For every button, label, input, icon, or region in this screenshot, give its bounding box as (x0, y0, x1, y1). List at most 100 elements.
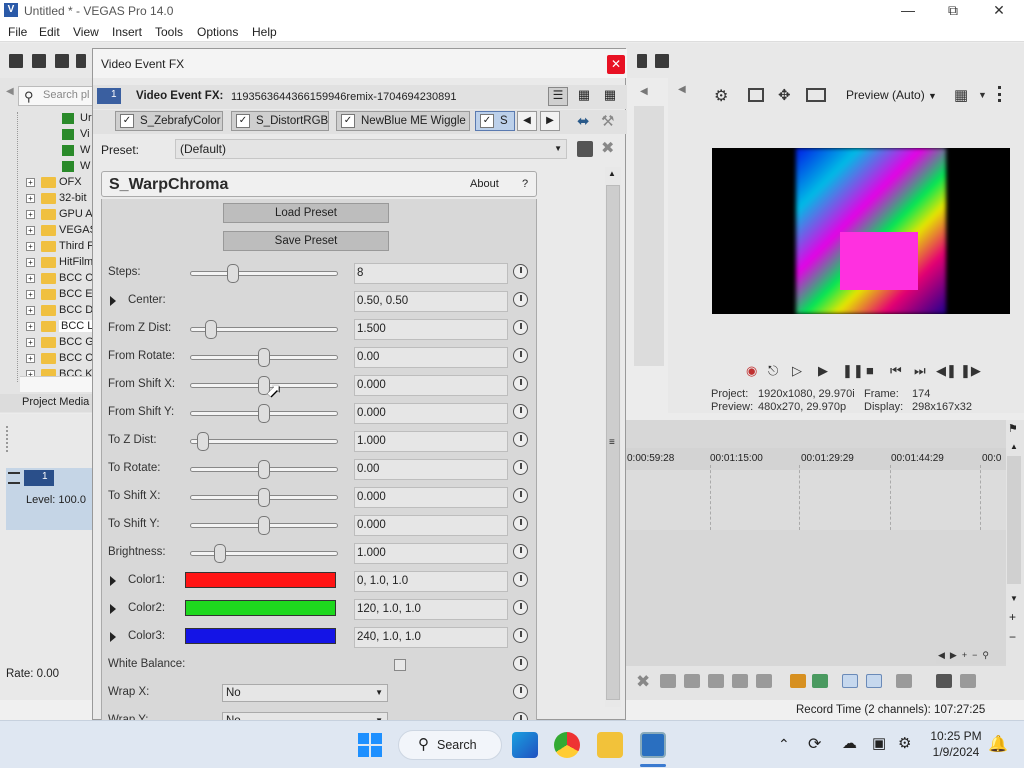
timeline-vscrollbar[interactable]: ⚑ ▲ ▼ + − (1006, 420, 1024, 666)
go-to-start-icon[interactable]: ⏮ (890, 363, 902, 379)
tree-folder[interactable]: + BCC C (26, 272, 93, 288)
track-area[interactable] (626, 470, 1006, 530)
color-swatch[interactable] (185, 572, 336, 588)
open-folder-icon[interactable] (32, 54, 46, 68)
selection-icon[interactable] (960, 674, 976, 688)
animate-icon[interactable] (513, 628, 528, 643)
tree-item[interactable]: Vi (62, 128, 90, 144)
video-track-header[interactable]: 1 Level: 100.0 (6, 468, 92, 530)
animate-icon[interactable] (513, 516, 528, 531)
menu-insert[interactable]: Insert (112, 25, 142, 39)
param-value-field[interactable]: 0.000 (354, 375, 508, 396)
param-value-field[interactable]: 0.50, 0.50 (354, 291, 508, 312)
animate-icon[interactable] (513, 600, 528, 615)
list-view-icon[interactable]: ☰ (548, 87, 568, 106)
vegas-taskbar-icon[interactable] (640, 732, 666, 758)
close-icon[interactable]: ✕ (984, 2, 1014, 19)
close-icon[interactable]: ✕ (607, 55, 625, 74)
tree-folder[interactable]: + BCC E (26, 288, 93, 304)
save-preset-button[interactable]: Save Preset (223, 231, 389, 251)
color-swatch[interactable] (185, 600, 336, 616)
marker-flag-icon[interactable]: ⚑ (1008, 422, 1018, 435)
more-icon[interactable] (998, 86, 1001, 102)
lock-icon[interactable] (756, 674, 772, 688)
remove-plugin-icon[interactable]: ⚒ (601, 112, 614, 130)
param-value-field[interactable]: 0.00 (354, 347, 508, 368)
expand-icon[interactable]: + (26, 241, 35, 251)
animate-icon[interactable] (513, 572, 528, 587)
grid-view-icon[interactable]: ▦ (600, 87, 620, 106)
about-link[interactable]: About (470, 178, 499, 190)
expand-icon[interactable]: + (26, 193, 35, 203)
animate-icon[interactable] (513, 404, 528, 419)
chain-next-icon[interactable]: ▶ (540, 111, 560, 131)
toolbar-icon-a[interactable] (637, 54, 647, 68)
tree-folder[interactable]: + GPU A (26, 208, 93, 224)
menu-edit[interactable]: Edit (39, 25, 60, 39)
chevron-up-icon[interactable]: ⌃ (778, 736, 790, 753)
trim-start-icon[interactable] (660, 674, 676, 688)
chrome-icon[interactable] (554, 732, 580, 758)
chevron-down-icon[interactable]: ▼ (978, 90, 987, 100)
checkbox-icon[interactable]: ✓ (236, 114, 250, 128)
menu-tools[interactable]: Tools (155, 25, 183, 39)
next-frame-icon[interactable]: ❚▶ (960, 363, 981, 379)
delete-preset-icon[interactable]: ✖ (601, 138, 614, 158)
expand-icon[interactable]: + (26, 337, 35, 347)
preview-quality-dropdown[interactable]: Preview (Auto) ▼ (846, 88, 937, 102)
help-link[interactable]: ? (522, 178, 528, 190)
animate-icon[interactable] (513, 656, 528, 671)
expand-triangle-icon[interactable] (110, 604, 116, 614)
param-value-field[interactable]: 240, 1.0, 1.0 (354, 627, 508, 648)
ripple-edit-icon[interactable] (896, 674, 912, 688)
load-preset-button[interactable]: Load Preset (223, 203, 389, 223)
animate-icon[interactable] (513, 348, 528, 363)
animate-icon[interactable] (513, 488, 528, 503)
expand-icon[interactable]: + (26, 321, 35, 331)
event-pan-icon[interactable] (936, 674, 952, 688)
expand-icon[interactable]: + (26, 209, 35, 219)
slider-thumb[interactable] (258, 348, 270, 367)
tree-folder[interactable]: +32-bit (26, 192, 87, 208)
param-value-field[interactable]: 1.000 (354, 543, 508, 564)
param-checkbox[interactable] (394, 659, 406, 671)
overlays-icon[interactable] (806, 88, 826, 102)
param-value-field[interactable]: 8 (354, 263, 508, 284)
prev-frame-icon[interactable]: ◀❚ (936, 363, 957, 379)
param-value-field[interactable]: 120, 1.0, 1.0 (354, 599, 508, 620)
fx-chain-item[interactable]: ✓ S_ZebrafyColor (115, 111, 223, 131)
pane-arrow-icon[interactable]: ◀ (640, 86, 648, 97)
toolbar-icon-b[interactable] (655, 54, 669, 68)
explorer-hscrollbar[interactable] (20, 376, 92, 392)
animate-icon[interactable] (513, 432, 528, 447)
expand-triangle-icon[interactable] (110, 632, 116, 642)
marker-icon[interactable] (790, 674, 806, 688)
save-as-icon[interactable] (76, 54, 86, 68)
param-slider[interactable] (190, 551, 338, 556)
new-file-icon[interactable] (9, 54, 23, 68)
animate-icon[interactable] (513, 292, 528, 307)
slider-thumb[interactable] (258, 516, 270, 535)
settings-gear-icon[interactable]: ⚙ (714, 86, 728, 106)
tree-item[interactable]: W (62, 144, 90, 160)
loop-icon[interactable]: ⎋ (768, 363, 778, 379)
tree-folder[interactable]: + BCC K (26, 368, 93, 376)
grid-icon[interactable]: ▦ (954, 86, 968, 104)
sync-icon[interactable]: ⟳ (808, 734, 821, 754)
play-icon[interactable]: ▶ (818, 363, 828, 379)
tree-folder[interactable]: + VEGAS (26, 224, 97, 240)
pause-icon[interactable]: ❚❚ (842, 363, 864, 379)
tab-project-media[interactable]: Project Media (0, 394, 92, 412)
expand-icon[interactable]: + (26, 273, 35, 283)
edge-beta-icon[interactable] (512, 732, 538, 758)
minimize-icon[interactable]: — (893, 2, 923, 18)
trim-end-icon[interactable] (684, 674, 700, 688)
expand-triangle-icon[interactable] (110, 296, 116, 306)
pane-arrow-icon[interactable]: ◀ (678, 84, 686, 95)
tree-folder[interactable]: + Third F (26, 240, 94, 256)
param-value-field[interactable]: 1.000 (354, 431, 508, 452)
fx-chain-item[interactable]: ✓ NewBlue ME Wiggle (336, 111, 470, 131)
param-value-field[interactable]: 0.000 (354, 515, 508, 536)
expand-icon[interactable]: + (26, 225, 35, 235)
file-explorer-icon[interactable] (597, 732, 623, 758)
